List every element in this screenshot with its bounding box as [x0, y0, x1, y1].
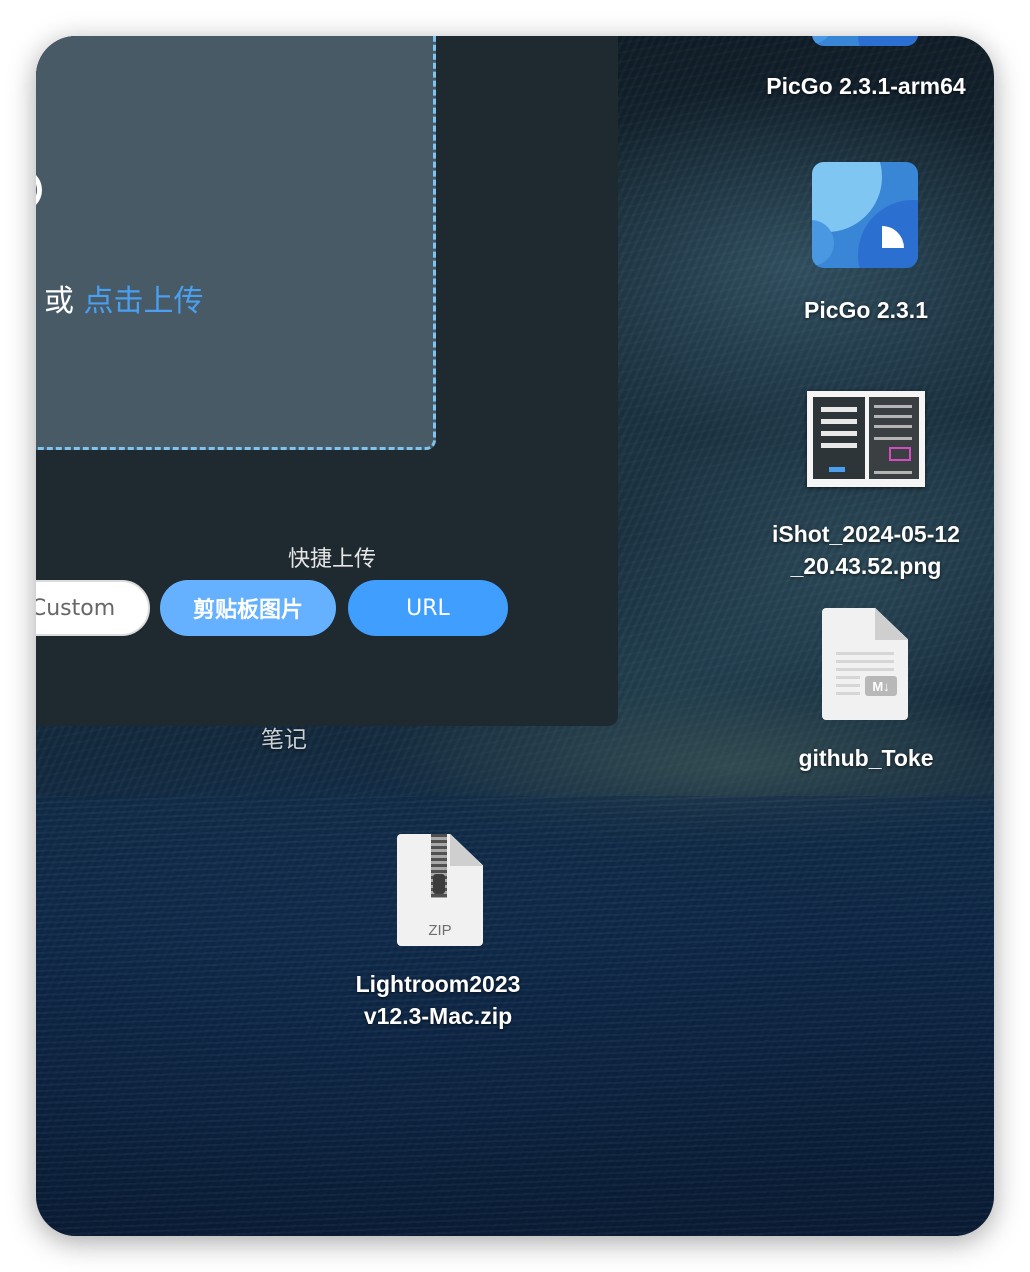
zip-file-icon[interactable]: ZIP [397, 834, 483, 946]
click-upload-link[interactable]: 点击上传 [84, 284, 204, 319]
zip-badge: ZIP [428, 922, 452, 939]
desktop-screen: 或 点击上传 快捷上传 Custom 剪贴板图片 URL PicGo 2.3.1… [36, 36, 994, 1236]
upload-drop-zone[interactable] [36, 36, 436, 450]
lightroom-label-line-1: Lightroom2023 [355, 971, 521, 997]
desktop-item-github-label[interactable]: github_Toke [746, 742, 986, 774]
clipboard-image-button[interactable]: 剪贴板图片 [160, 580, 336, 636]
desktop-item-ishot-label[interactable]: iShot_2024-05-12 _20.43.52.png [736, 518, 994, 582]
desktop-item-picgo-arm64-label[interactable]: PicGo 2.3.1-arm64 [746, 70, 986, 102]
screenshot-thumbnail-icon[interactable] [807, 391, 925, 487]
drop-instruction: 或 点击上传 [44, 276, 204, 320]
url-upload-button[interactable]: URL [348, 580, 508, 636]
quick-upload-title: 快捷上传 [288, 547, 377, 572]
ishot-label-line-2: _20.43.52.png [790, 553, 942, 579]
picgo-app-icon[interactable] [812, 162, 918, 268]
lightroom-label-line-2: v12.3-Mac.zip [363, 1003, 513, 1029]
ishot-label-line-1: iShot_2024-05-12 [772, 521, 960, 547]
markdown-badge: M↓ [865, 676, 897, 696]
custom-upload-button[interactable]: Custom [36, 580, 150, 636]
desktop-item-notes-label[interactable]: 笔记 [234, 724, 334, 756]
desktop-item-picgo-label[interactable]: PicGo 2.3.1 [746, 294, 986, 326]
picgo-upload-window: 或 点击上传 快捷上传 Custom 剪贴板图片 URL [36, 36, 618, 726]
markdown-file-icon[interactable]: M↓ [822, 608, 908, 720]
desktop-item-lightroom-label[interactable]: Lightroom2023 v12.3-Mac.zip [318, 968, 558, 1032]
picgo-arm64-app-icon[interactable] [812, 36, 918, 46]
drop-prefix: 或 [44, 284, 74, 319]
